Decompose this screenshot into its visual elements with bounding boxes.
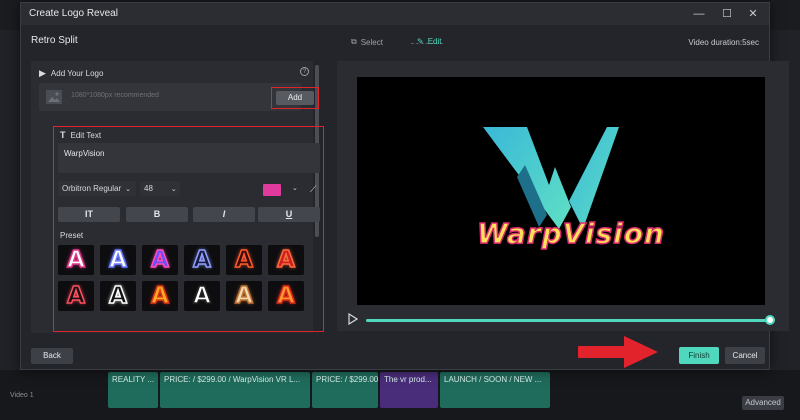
clip-label: The vr prod... bbox=[384, 375, 432, 384]
underline-label: U bbox=[285, 209, 293, 219]
preset-tile[interactable]: A bbox=[184, 245, 220, 275]
image-placeholder-icon bbox=[46, 90, 62, 104]
text-color-swatch[interactable] bbox=[263, 184, 281, 196]
preset-tile[interactable]: A bbox=[100, 245, 136, 275]
clip-label: PRICE: / $299.00 bbox=[316, 375, 378, 384]
text-icon: T bbox=[60, 130, 66, 140]
back-button[interactable]: Back bbox=[31, 348, 73, 364]
italic-label: I bbox=[222, 209, 226, 219]
chevron-down-icon: ⌄ bbox=[125, 185, 132, 193]
text-spacing-label: IT bbox=[85, 209, 93, 219]
minimize-icon[interactable]: — bbox=[689, 5, 709, 23]
bold-button[interactable]: B bbox=[126, 207, 188, 222]
edit-text-section: T Edit Text WarpVision Orbitron Regular … bbox=[54, 127, 323, 331]
preset-tile[interactable]: A bbox=[100, 281, 136, 311]
add-logo-heading: Add Your Logo bbox=[50, 69, 104, 78]
preset-tile[interactable]: A bbox=[142, 245, 178, 275]
playhead-handle[interactable] bbox=[765, 315, 775, 325]
clip-label: REALITY ... bbox=[112, 375, 155, 384]
preset-heading: Preset bbox=[60, 231, 84, 240]
underline-button[interactable]: U bbox=[258, 207, 320, 222]
edit-text-header: T Edit Text bbox=[60, 130, 101, 140]
dialog-title: Create Logo Reveal bbox=[29, 8, 118, 19]
preset-tile[interactable]: A bbox=[142, 281, 178, 311]
text-spacing-button[interactable]: IT bbox=[58, 207, 120, 222]
timeline-clip[interactable]: The vr prod... bbox=[380, 372, 438, 408]
timeline-clip[interactable]: REALITY ... bbox=[108, 372, 158, 408]
preview-video: WarpVision bbox=[357, 77, 765, 305]
close-icon[interactable]: ✕ bbox=[743, 5, 763, 23]
dialog-titlebar: Create Logo Reveal — ☐ ✕ bbox=[21, 3, 769, 25]
bold-label: B bbox=[153, 209, 161, 219]
step-edit-label: Edit bbox=[427, 37, 442, 46]
preset-tile[interactable]: A bbox=[226, 281, 262, 311]
clip-label: PRICE: / $299.00 / WarpVision VR L... bbox=[164, 375, 301, 384]
font-family-display: Orbitron Regular ⌄ bbox=[62, 184, 131, 193]
create-logo-reveal-dialog: Create Logo Reveal — ☐ ✕ Retro Split ⧉ S… bbox=[20, 2, 789, 370]
advanced-button[interactable]: Advanced bbox=[742, 396, 784, 410]
edit-text-heading: Edit Text bbox=[70, 130, 102, 140]
timeline-clip[interactable]: PRICE: / $299.00 bbox=[312, 372, 378, 408]
preview-panel: WarpVision bbox=[337, 61, 789, 331]
help-icon[interactable]: ? bbox=[300, 67, 309, 76]
select-step-icon: ⧉ bbox=[351, 37, 357, 46]
preset-tile[interactable]: A bbox=[184, 281, 220, 311]
play-icon[interactable] bbox=[348, 313, 358, 325]
add-logo-header: ▶ Add Your Logo bbox=[39, 68, 103, 79]
video-duration: Video duration:5sec bbox=[688, 38, 759, 47]
playback-progress[interactable] bbox=[366, 319, 772, 322]
dialog-subbar: Retro Split ⧉ Select ✎ Edit Video durati… bbox=[21, 25, 769, 59]
finish-button[interactable]: Finish bbox=[679, 347, 719, 364]
preset-tile[interactable]: A bbox=[226, 245, 262, 275]
step-edit[interactable]: ✎ Edit bbox=[417, 37, 442, 46]
step-select[interactable]: ⧉ Select bbox=[351, 37, 383, 47]
track-label: Video 1 bbox=[10, 392, 34, 399]
logo-dropzone[interactable]: 1080*1080px recommended bbox=[39, 83, 301, 111]
clip-label: LAUNCH / SOON / NEW ... bbox=[444, 375, 542, 384]
template-name: Retro Split bbox=[31, 35, 78, 46]
preset-tile[interactable]: A bbox=[268, 245, 304, 275]
edit-text-highlight-box: T Edit Text WarpVision Orbitron Regular … bbox=[53, 126, 324, 332]
preset-tile[interactable]: A bbox=[268, 281, 304, 311]
logo-text-input[interactable]: WarpVision bbox=[58, 143, 320, 173]
logo-size-hint: 1080*1080px recommended bbox=[71, 92, 159, 99]
logo-wordmark: WarpVision bbox=[476, 216, 665, 251]
preset-tile[interactable]: A bbox=[58, 281, 94, 311]
chevron-down-icon: ⌄ bbox=[170, 185, 177, 193]
maximize-icon[interactable]: ☐ bbox=[717, 5, 737, 23]
font-family-value: Orbitron Regular bbox=[62, 184, 122, 193]
red-arrow-annotation bbox=[578, 336, 658, 368]
timeline-clip[interactable]: PRICE: / $299.00 / WarpVision VR L... bbox=[160, 372, 310, 408]
timeline-clip[interactable]: LAUNCH / SOON / NEW ... bbox=[440, 372, 550, 408]
warpvision-logo bbox=[483, 127, 619, 229]
preset-tile[interactable]: A bbox=[58, 245, 94, 275]
step-select-label: Select bbox=[360, 37, 383, 47]
color-dropdown-icon[interactable]: ⌄ bbox=[292, 184, 298, 192]
video-icon: ▶ bbox=[39, 68, 46, 78]
font-size-display: 48 ⌄ bbox=[144, 184, 177, 193]
edit-step-icon: ✎ bbox=[417, 37, 424, 46]
font-size-value: 48 bbox=[144, 184, 153, 193]
add-highlight-box: Add bbox=[271, 87, 319, 109]
add-logo-button[interactable]: Add bbox=[276, 91, 314, 105]
eyedropper-icon[interactable]: ⟋ bbox=[310, 184, 316, 195]
cancel-button[interactable]: Cancel bbox=[725, 347, 765, 364]
italic-button[interactable]: I bbox=[193, 207, 255, 222]
